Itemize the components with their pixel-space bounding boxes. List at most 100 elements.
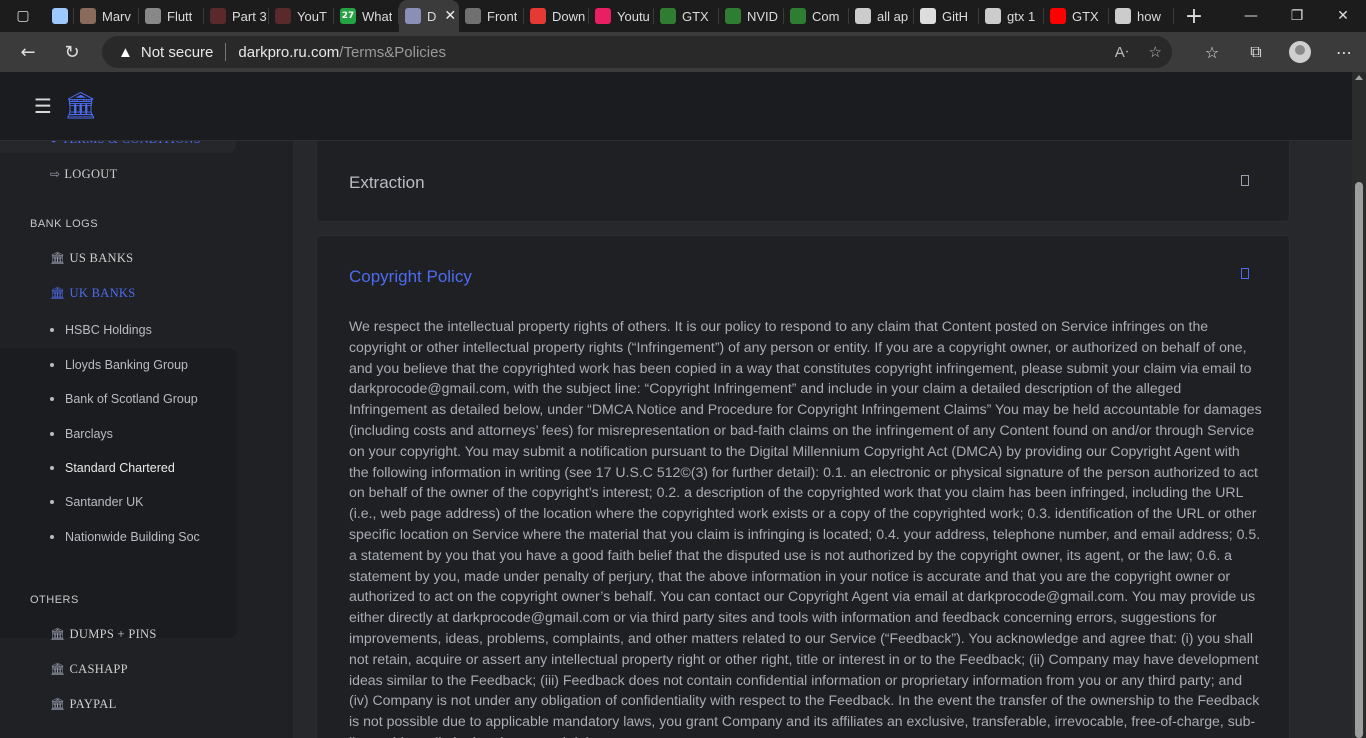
tab-title: Youtu	[617, 8, 650, 24]
copyright-title[interactable]: Copyright Policy	[349, 267, 472, 287]
url-host[interactable]: darkpro.ru.com	[238, 44, 339, 61]
tab-list: Marv Flutt Part 3 YouT 27 What D ✕ Front Down Yout…	[74, 0, 1174, 32]
omnibox-actions: Aᐧ ☆	[1115, 36, 1162, 68]
scroll-up-arrow-icon[interactable]	[1355, 75, 1363, 80]
browser-tab[interactable]: GTX	[654, 0, 719, 32]
sidebar-item-dumps-pins[interactable]: 🏛 DUMPS + PINS	[50, 627, 157, 642]
read-aloud-icon[interactable]: Aᐧ	[1115, 43, 1129, 61]
tab-title: all ap	[877, 8, 909, 24]
sidebar: ●TERMS & CONDITIONS ⇨LOGOUT BANK LOGS 🏛U…	[0, 121, 293, 738]
browser-tab[interactable]: Part 3	[204, 0, 269, 32]
github-favicon-icon	[920, 8, 936, 24]
others-label: DUMPS + PINS	[69, 627, 157, 641]
restore-icon[interactable]: ❐	[1274, 0, 1320, 32]
sidebar-item-logout[interactable]: ⇨ LOGOUT	[50, 167, 118, 182]
google-favicon-icon	[1115, 8, 1131, 24]
browser-tab[interactable]: gtx 1	[979, 0, 1044, 32]
tab-actions-icon[interactable]: ▢	[0, 0, 46, 32]
back-icon[interactable]: ←	[6, 32, 50, 72]
add-favorite-icon[interactable]: ☆	[1149, 43, 1162, 61]
youtube-dark-favicon-icon	[275, 8, 291, 24]
url-path[interactable]: /Terms&Policies	[339, 44, 446, 61]
warning-icon[interactable]: ▲	[118, 44, 133, 61]
sidebar-item-paypal[interactable]: 🏛 PAYPAL	[50, 697, 117, 712]
uk-bank-label: Santander UK	[65, 495, 144, 509]
browser-tab[interactable]: Flutt	[139, 0, 204, 32]
tab-title: Part 3	[232, 8, 267, 24]
others-label: CASHAPP	[69, 662, 128, 676]
browser-tab[interactable]: NVID	[719, 0, 784, 32]
page-scrollbar[interactable]	[1352, 72, 1366, 738]
bullet-icon	[50, 397, 54, 401]
minimize-icon[interactable]: —	[1228, 0, 1274, 32]
browser-tab[interactable]: Com	[784, 0, 849, 32]
chart-favicon-icon	[790, 8, 806, 24]
browser-tab[interactable]: how	[1109, 0, 1174, 32]
uk-banks-label: UK BANKS	[69, 286, 136, 300]
sidebar-item-uk-banks[interactable]: 🏛 UK BANKS	[50, 286, 136, 301]
download-pink-favicon-icon	[595, 8, 611, 24]
google-favicon-icon	[855, 8, 871, 24]
browser-tab[interactable]: Down	[524, 0, 589, 32]
url-box[interactable]: ▲ Not secure darkpro.ru.com /Terms&Polic…	[102, 36, 1172, 68]
tab-title: gtx 1	[1007, 8, 1036, 24]
tab-title: What	[362, 8, 393, 24]
scroll-thumb[interactable]	[1355, 182, 1363, 738]
site-header: ☰ 🏛	[0, 72, 1352, 141]
sidebar-item-us-banks[interactable]: 🏛 US BANKS	[50, 251, 133, 266]
uk-bank-label: Lloyds Banking Group	[65, 358, 188, 372]
tab-title: GTX	[682, 8, 709, 24]
browser-tab[interactable]: Front	[459, 0, 524, 32]
uk-bank-item[interactable]: Nationwide Building Soc	[50, 530, 200, 544]
gpu-favicon-icon	[660, 8, 676, 24]
bullet-icon	[50, 500, 54, 504]
bank-logo-icon[interactable]: 🏛	[64, 91, 97, 121]
close-tab-icon[interactable]: ✕	[444, 8, 456, 24]
download-favicon-icon	[530, 8, 546, 24]
uk-bank-label: Bank of Scotland Group	[65, 392, 198, 406]
bullet-icon	[50, 328, 54, 332]
browser-tab[interactable]: GitH	[914, 0, 979, 32]
tab-strip: ▢ Marv Flutt Part 3 YouT 27 What D ✕ Front Down Yo…	[0, 0, 1366, 32]
browser-tab[interactable]: YouT	[269, 0, 334, 32]
extraction-title[interactable]: Extraction	[349, 173, 425, 193]
uk-bank-item[interactable]: Standard Chartered	[50, 461, 175, 475]
whatsapp-favicon-icon: 27	[340, 8, 356, 24]
browser-tab[interactable]: 27 What	[334, 0, 399, 32]
browser-tab[interactable]: all ap	[849, 0, 914, 32]
more-menu-icon[interactable]: ⋯	[1322, 32, 1366, 72]
expand-toggle-icon[interactable]	[1241, 175, 1249, 186]
favorites-icon[interactable]: ☆	[1190, 32, 1234, 72]
collapse-toggle-icon[interactable]	[1241, 268, 1249, 279]
main-content: Extraction Copyright Policy We respect t…	[293, 131, 1352, 738]
vertical-tab-pill[interactable]	[46, 0, 74, 32]
browser-tab[interactable]: GTX	[1044, 0, 1109, 32]
uk-bank-item[interactable]: Lloyds Banking Group	[50, 358, 188, 372]
profile-avatar[interactable]	[1278, 32, 1322, 72]
uk-bank-item[interactable]: Barclays	[50, 427, 113, 441]
tab-title: how	[1137, 8, 1161, 24]
browser-tab[interactable]: Youtu	[589, 0, 654, 32]
refresh-icon[interactable]: ↻	[50, 32, 94, 72]
extraction-card[interactable]: Extraction	[317, 131, 1289, 221]
bullet-icon	[50, 535, 54, 539]
copyright-body-text: We respect the intellectual property rig…	[349, 318, 1262, 738]
us-banks-label: US BANKS	[69, 251, 134, 265]
uk-bank-item[interactable]: HSBC Holdings	[50, 323, 152, 337]
new-tab-button[interactable]: +	[1174, 0, 1214, 32]
browser-tab[interactable]: Marv	[74, 0, 139, 32]
browser-tab[interactable]: D ✕	[399, 0, 459, 32]
hamburger-menu-icon[interactable]: ☰	[34, 94, 52, 118]
tab-title: Front	[487, 8, 518, 24]
collections-icon[interactable]: ⧉	[1234, 32, 1278, 72]
sidebar-item-cashapp[interactable]: 🏛 CASHAPP	[50, 662, 128, 677]
others-header: OTHERS	[30, 594, 79, 606]
close-window-icon[interactable]: ✕	[1320, 0, 1366, 32]
bank-logs-header: BANK LOGS	[30, 218, 99, 230]
security-label[interactable]: Not secure	[141, 44, 214, 61]
uk-bank-item[interactable]: Bank of Scotland Group	[50, 392, 198, 406]
tab-group-icon	[52, 8, 68, 24]
youtube-favicon-icon	[1050, 8, 1066, 24]
uk-bank-item[interactable]: Santander UK	[50, 495, 144, 509]
bank-icon: 🏛	[50, 251, 66, 265]
